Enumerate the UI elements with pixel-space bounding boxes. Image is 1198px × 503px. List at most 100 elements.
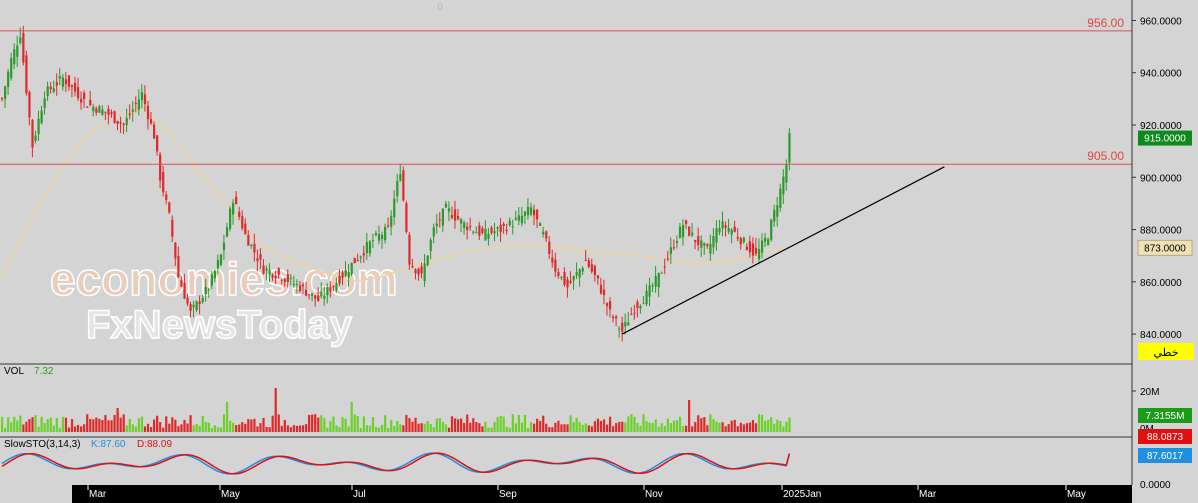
volume-bar: [453, 418, 457, 432]
volume-bar: [526, 427, 530, 432]
volume-bar: [420, 423, 423, 432]
volume-bar: [475, 422, 478, 432]
volume-bar: [262, 417, 265, 432]
volume-bar: [785, 421, 788, 432]
volume-bar: [165, 416, 168, 432]
candle-body: [654, 276, 657, 287]
volume-bar: [174, 419, 177, 432]
volume-bar: [259, 423, 262, 432]
volume-bar: [37, 426, 40, 432]
volume-bar: [654, 419, 657, 432]
volume-bar: [70, 419, 74, 432]
candle-body: [207, 289, 210, 291]
volume-bar: [274, 388, 277, 432]
candle-body: [733, 226, 736, 232]
volume-bar: [688, 400, 691, 432]
candle-body: [195, 301, 198, 310]
candle-body: [718, 228, 721, 233]
volume-bar: [490, 427, 493, 432]
candle-body: [724, 225, 727, 228]
volume-bar: [724, 426, 727, 432]
volume-bar: [61, 416, 64, 432]
volume-bar: [83, 424, 86, 432]
volume-bar: [168, 423, 171, 432]
volume-tag-label: 7.3155M: [1146, 411, 1185, 422]
price-tick-label: 960.0000: [1140, 16, 1182, 27]
volume-bar: [350, 402, 353, 432]
candle-body: [496, 227, 499, 229]
volume-bar: [225, 402, 229, 432]
volume-bar: [469, 422, 472, 432]
volume-bar: [691, 426, 694, 432]
volume-bar: [344, 418, 347, 432]
candle-body: [678, 226, 682, 238]
candle-body: [660, 272, 663, 274]
volume-bar: [341, 417, 344, 432]
volume-bar: [563, 424, 566, 432]
volume-bar: [368, 425, 372, 432]
candle-body: [34, 135, 37, 141]
candle-body: [19, 37, 22, 43]
candle-body: [326, 287, 329, 296]
volume-bar: [487, 427, 490, 432]
volume-bar: [481, 426, 484, 432]
candle-body: [730, 229, 733, 235]
candle-body: [411, 266, 414, 268]
candle-body: [73, 82, 77, 92]
volume-bar: [605, 424, 609, 432]
volume-bar: [43, 423, 46, 432]
candle-body: [213, 270, 216, 279]
volume-bar: [727, 424, 730, 432]
volume-bar: [618, 421, 621, 432]
volume-bar: [101, 419, 104, 432]
candle-body: [745, 246, 748, 250]
volume-bar: [575, 417, 578, 432]
candle-body: [478, 225, 481, 236]
volume-bar: [782, 426, 785, 432]
candle-body: [365, 242, 368, 254]
volume-bar: [283, 420, 286, 432]
candle-body: [198, 301, 201, 304]
candle-body: [447, 208, 451, 212]
candle-body: [420, 266, 423, 274]
candle-body: [432, 227, 435, 237]
volume-bar: [736, 426, 739, 432]
volume-bar: [320, 415, 323, 432]
volume-bar: [648, 422, 651, 432]
candle-body: [13, 49, 16, 65]
volume-bar: [599, 420, 603, 432]
candle-body: [663, 266, 666, 268]
volume-bar: [371, 417, 375, 432]
candle-body: [584, 259, 587, 261]
candle-body: [399, 174, 402, 181]
candle-body: [423, 263, 426, 282]
candle-body: [627, 322, 630, 326]
candle-body: [125, 118, 128, 126]
candle-body: [140, 92, 144, 101]
candle-body: [1, 98, 4, 100]
candle-body: [657, 272, 660, 288]
candle-body: [685, 220, 688, 224]
candle-body: [22, 32, 25, 63]
stock-chart[interactable]: 0 economies.com FxNewsToday 956.00 905.0…: [0, 0, 1198, 503]
volume-bar: [219, 427, 223, 432]
candle-body: [250, 244, 253, 246]
volume-bar: [80, 426, 83, 432]
volume-bar: [292, 425, 296, 432]
candle-body: [180, 280, 183, 287]
volume-bar: [569, 415, 572, 432]
volume-bar: [332, 416, 335, 432]
candle-body: [587, 260, 590, 268]
ma-tag: 873.0000: [1137, 239, 1193, 256]
volume-bar: [95, 417, 98, 432]
time-tick-label: 2025Jan: [783, 489, 821, 500]
volume-bar: [666, 418, 669, 432]
candle-body: [16, 45, 19, 57]
candle-body: [58, 76, 61, 79]
volume-bar: [703, 417, 706, 432]
volume-bar: [153, 419, 156, 432]
price-tick-label: 900.0000: [1140, 173, 1182, 184]
candle-body: [131, 109, 134, 112]
volume-bar: [89, 418, 92, 432]
volume-bar: [496, 416, 499, 432]
